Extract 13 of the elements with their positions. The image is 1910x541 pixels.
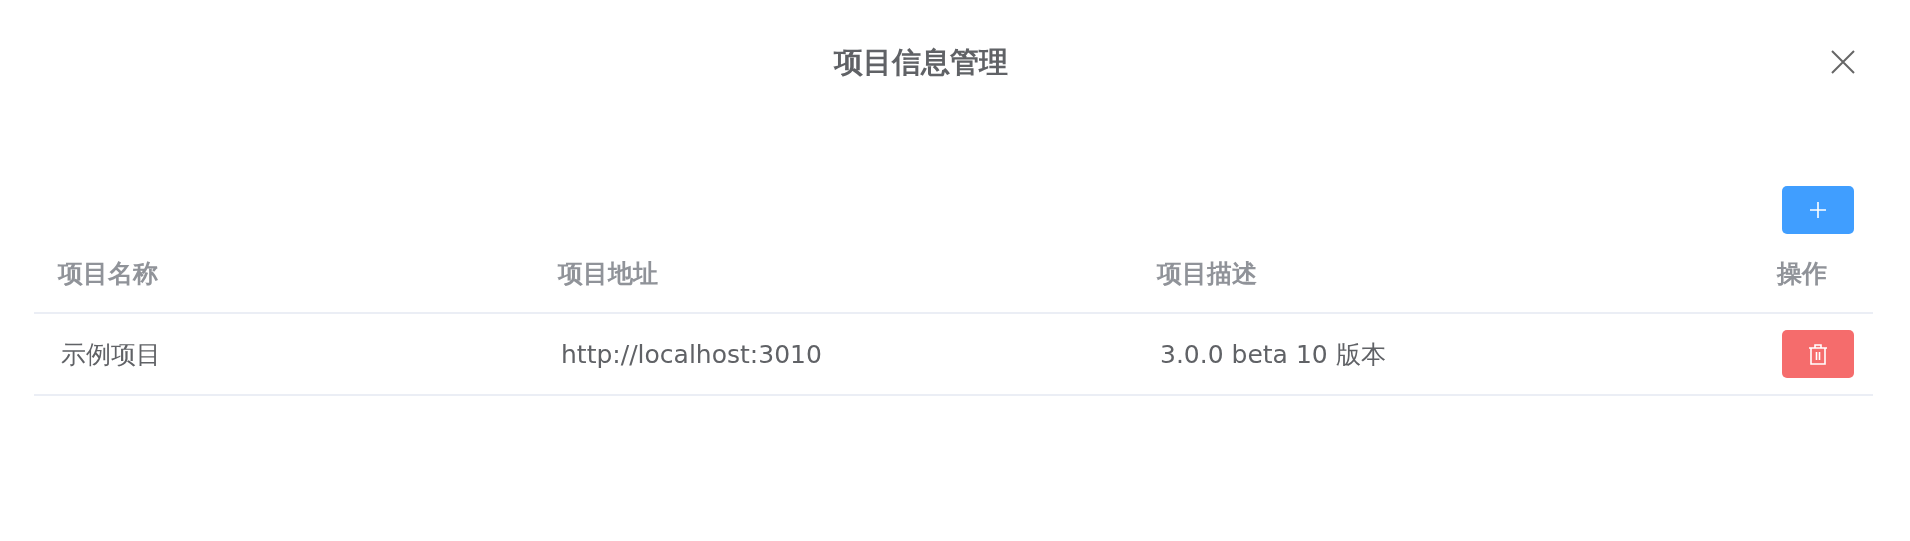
table-cell-text: 3.0.0 beta 10 版本 (1160, 338, 1386, 371)
column-header: 操作 (1777, 257, 1827, 290)
column-header: 项目地址 (558, 257, 658, 290)
table-cell-text: 示例项目 (61, 338, 161, 371)
add-button[interactable] (1782, 186, 1854, 234)
column-header: 项目描述 (1157, 257, 1257, 290)
delete-button[interactable] (1782, 330, 1854, 378)
table-cell: http://localhost:3010 (561, 339, 822, 369)
column-header: 项目名称 (58, 257, 158, 290)
close-icon[interactable] (1831, 50, 1855, 74)
plus-icon (1809, 201, 1827, 219)
trash-icon (1808, 343, 1828, 365)
dialog-title: 项目信息管理 (833, 44, 1009, 81)
